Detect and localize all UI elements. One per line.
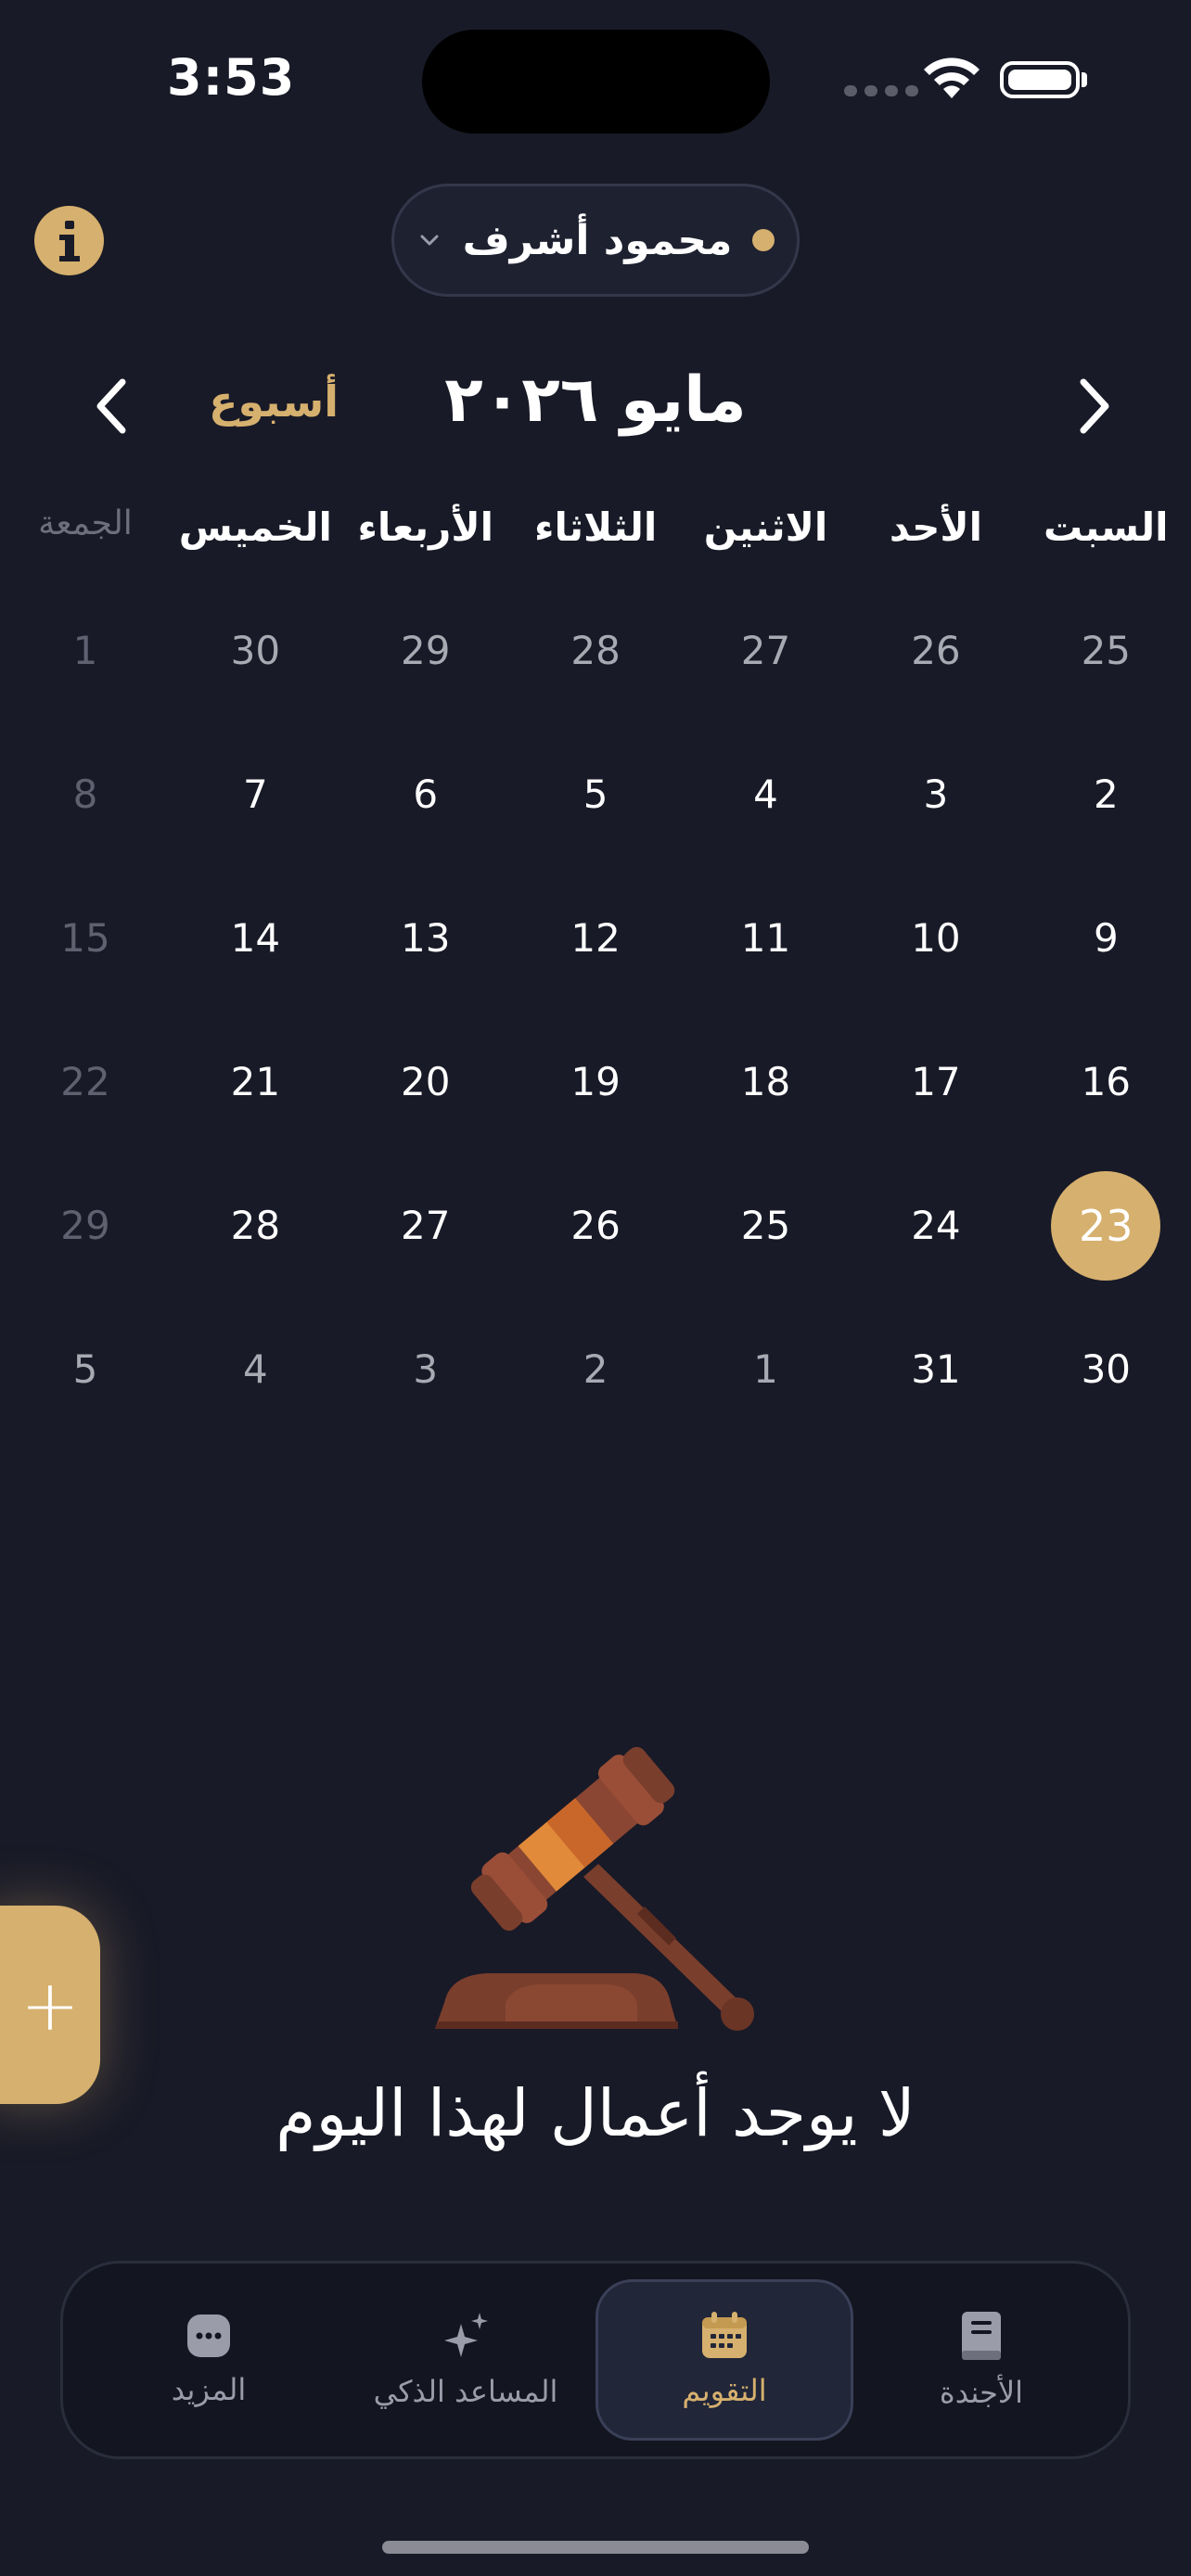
status-dot xyxy=(752,229,775,251)
info-button[interactable] xyxy=(34,206,104,275)
calendar-day[interactable]: 28 xyxy=(171,1154,340,1297)
month-title: مايو ٢٠٢٦ xyxy=(444,363,747,437)
calendar-day[interactable]: 31 xyxy=(851,1297,1020,1441)
calendar-day[interactable]: 4 xyxy=(681,722,851,866)
user-switcher[interactable]: محمود أشرف xyxy=(391,184,800,297)
calendar-day[interactable]: 25 xyxy=(681,1154,851,1297)
weekday-label: الجمعة xyxy=(38,504,133,542)
calendar-day[interactable]: 21 xyxy=(171,1010,340,1154)
calendar-day[interactable]: 2 xyxy=(510,1297,680,1441)
tab-more[interactable]: المزيد xyxy=(80,2279,338,2441)
calendar-day[interactable]: 26 xyxy=(510,1154,680,1297)
calendar-day[interactable]: 7 xyxy=(171,722,340,866)
battery-icon xyxy=(1000,61,1080,98)
calendar-day[interactable]: 27 xyxy=(340,1154,510,1297)
info-icon xyxy=(58,220,80,261)
calendar-day[interactable]: 12 xyxy=(510,866,680,1010)
calendar-day[interactable]: 5 xyxy=(0,1297,170,1441)
calendar-day[interactable]: 4 xyxy=(171,1297,340,1441)
calendar-day[interactable]: 1 xyxy=(681,1297,851,1441)
calendar-grid: 25 26 27 28 29 30 1 2 3 4 5 6 7 8 9 10 1… xyxy=(0,579,1191,1441)
calendar-day[interactable]: 22 xyxy=(0,1010,170,1154)
calendar-icon xyxy=(702,2312,747,2358)
tab-label: الأجندة xyxy=(939,2375,1024,2410)
empty-state-message: لا يوجد أعمال لهذا اليوم xyxy=(275,2075,916,2151)
weekday-label: السبت xyxy=(1044,504,1169,550)
calendar-day[interactable]: 11 xyxy=(681,866,851,1010)
calendar-day[interactable]: 26 xyxy=(851,579,1020,722)
sparkles-icon xyxy=(444,2313,488,2357)
tab-label: المساعد الذكي xyxy=(373,2374,558,2409)
calendar-day[interactable]: 16 xyxy=(1021,1010,1191,1154)
calendar-day[interactable]: 3 xyxy=(340,1297,510,1441)
chevron-right-icon[interactable] xyxy=(1067,373,1122,440)
calendar-day[interactable]: 18 xyxy=(681,1010,851,1154)
calendar-day[interactable]: 30 xyxy=(171,579,340,722)
calendar-week: 2 3 4 5 6 7 8 xyxy=(0,722,1191,866)
tab-label: المزيد xyxy=(171,2372,247,2407)
tab-ai-assistant[interactable]: المساعد الذكي xyxy=(337,2279,595,2441)
book-icon xyxy=(962,2312,1001,2360)
calendar-week: 9 10 11 12 13 14 15 xyxy=(0,866,1191,1010)
calendar-day[interactable]: 28 xyxy=(510,579,680,722)
calendar-day[interactable]: 10 xyxy=(851,866,1020,1010)
calendar-day[interactable]: 17 xyxy=(851,1010,1020,1154)
calendar-day[interactable]: 3 xyxy=(851,722,1020,866)
calendar-day[interactable]: 1 xyxy=(0,579,170,722)
battery-tip xyxy=(1082,72,1087,87)
calendar-day[interactable]: 29 xyxy=(0,1154,170,1297)
user-name: محمود أشرف xyxy=(462,216,733,264)
chevron-down-icon xyxy=(420,235,439,246)
weekday-label: الاثنين xyxy=(703,504,828,550)
gavel-icon xyxy=(435,1746,754,2031)
calendar-week: 25 26 27 28 29 30 1 xyxy=(0,579,1191,722)
calendar-day[interactable]: 25 xyxy=(1021,579,1191,722)
weekday-label: الثلاثاء xyxy=(534,504,658,550)
calendar-day-selected[interactable]: 23 xyxy=(1021,1154,1191,1297)
calendar-day[interactable]: 24 xyxy=(851,1154,1020,1297)
weekday-label: الأربعاء xyxy=(357,504,494,550)
calendar-day[interactable]: 6 xyxy=(340,722,510,866)
add-button[interactable]: + xyxy=(0,1906,100,2104)
tab-calendar[interactable]: التقويم xyxy=(596,2279,853,2441)
calendar-day[interactable]: 13 xyxy=(340,866,510,1010)
dynamic-island xyxy=(422,30,770,134)
tab-label: التقويم xyxy=(682,2373,767,2408)
calendar-day[interactable]: 14 xyxy=(171,866,340,1010)
weekday-label: الأحد xyxy=(889,504,983,550)
calendar-day[interactable]: 15 xyxy=(0,866,170,1010)
calendar-day[interactable]: 8 xyxy=(0,722,170,866)
calendar-day[interactable]: 5 xyxy=(510,722,680,866)
calendar-week: 16 17 18 19 20 21 22 xyxy=(0,1010,1191,1154)
plus-icon: + xyxy=(20,1963,80,2047)
more-icon xyxy=(187,2315,230,2357)
calendar-day[interactable]: 27 xyxy=(681,579,851,722)
wifi-icon xyxy=(924,57,980,98)
calendar-day[interactable]: 30 xyxy=(1021,1297,1191,1441)
status-time: 3:53 xyxy=(167,48,296,107)
signal-icon xyxy=(844,85,918,96)
calendar-day[interactable]: 20 xyxy=(340,1010,510,1154)
calendar-day[interactable]: 29 xyxy=(340,579,510,722)
tab-agenda[interactable]: الأجندة xyxy=(852,2279,1110,2441)
weekday-label: الخميس xyxy=(178,504,332,550)
calendar-day[interactable]: 19 xyxy=(510,1010,680,1154)
home-indicator[interactable] xyxy=(382,2541,809,2554)
calendar-week: 30 31 1 2 3 4 5 xyxy=(0,1297,1191,1441)
calendar-day[interactable]: 2 xyxy=(1021,722,1191,866)
weekday-header: السبت الأحد الاثنين الثلاثاء الأربعاء ال… xyxy=(0,504,1191,569)
calendar-week: 23 24 25 26 27 28 29 xyxy=(0,1154,1191,1297)
calendar-day[interactable]: 9 xyxy=(1021,866,1191,1010)
